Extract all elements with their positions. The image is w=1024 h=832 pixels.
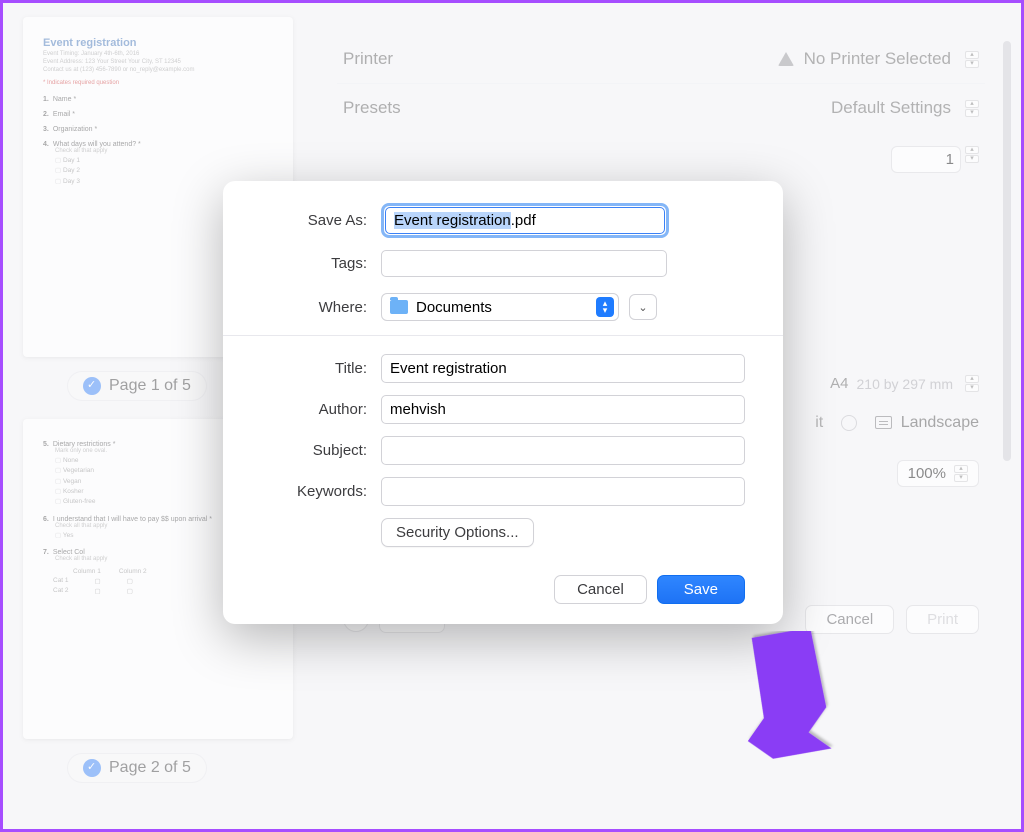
author-label: Author: (261, 401, 367, 418)
save-button[interactable]: Save (657, 575, 745, 604)
tags-field[interactable] (381, 250, 667, 277)
folder-icon (390, 300, 408, 314)
where-select[interactable]: Documents ▴▾ (381, 293, 619, 321)
save-as-field[interactable]: Event registration.pdf (385, 207, 665, 234)
save-as-selection: Event registration (394, 212, 511, 229)
keywords-field[interactable] (381, 477, 745, 506)
up-down-icon: ▴▾ (596, 297, 614, 317)
security-options-button[interactable]: Security Options... (381, 518, 534, 547)
subject-field[interactable] (381, 436, 745, 465)
tags-label: Tags: (261, 255, 367, 272)
title-label: Title: (261, 360, 367, 377)
annotation-arrow-icon (723, 631, 863, 771)
save-dialog: Save As: Event registration.pdf Tags: Wh… (223, 181, 783, 624)
divider (223, 335, 783, 336)
expand-button[interactable]: ⌄ (629, 294, 657, 320)
title-field[interactable] (381, 354, 745, 383)
author-field[interactable] (381, 395, 745, 424)
subject-label: Subject: (261, 442, 367, 459)
where-value: Documents (416, 299, 492, 316)
where-label: Where: (261, 299, 367, 316)
chevron-down-icon: ⌄ (638, 301, 647, 314)
cancel-button[interactable]: Cancel (554, 575, 647, 604)
save-as-field-focus: Event registration.pdf (381, 203, 669, 238)
keywords-label: Keywords: (261, 483, 367, 500)
save-as-label: Save As: (261, 212, 367, 229)
